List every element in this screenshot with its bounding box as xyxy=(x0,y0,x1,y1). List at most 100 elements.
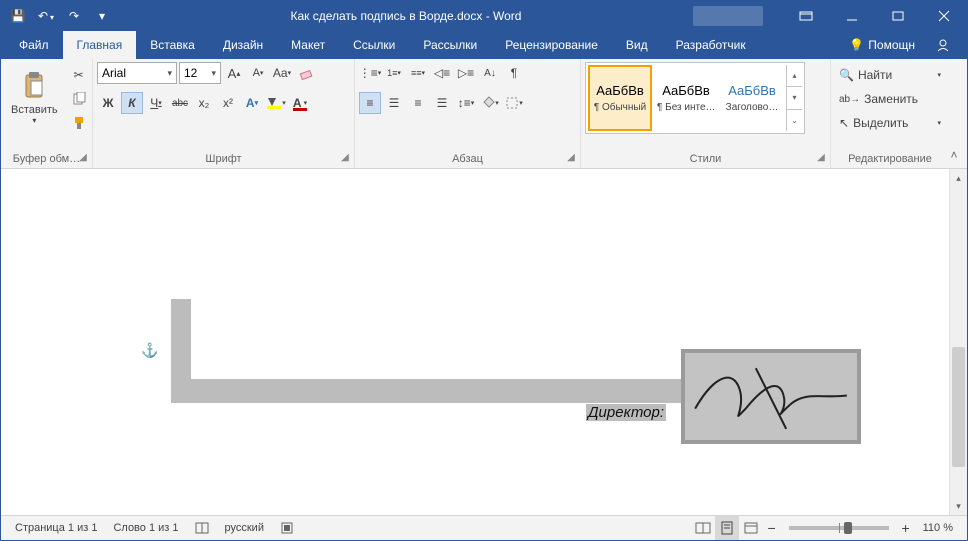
show-marks-button[interactable]: ¶ xyxy=(503,62,525,84)
style-heading1[interactable]: АаБбВв Заголово… xyxy=(720,65,784,131)
tab-insert[interactable]: Вставка xyxy=(136,31,209,59)
underline-label: Ч xyxy=(150,96,158,110)
signature-image[interactable] xyxy=(681,349,861,444)
zoom-tick xyxy=(839,523,840,533)
scroll-thumb[interactable] xyxy=(952,347,965,467)
tab-design[interactable]: Дизайн xyxy=(209,31,277,59)
close-button[interactable] xyxy=(921,1,967,31)
window-title: Как сделать подпись в Ворде.docx - Word xyxy=(119,9,693,23)
style-normal[interactable]: АаБбВв ¶ Обычный xyxy=(588,65,652,131)
clear-formatting-button[interactable] xyxy=(295,62,317,84)
select-button[interactable]: ↖ Выделить▾ xyxy=(835,112,945,134)
style-sample: АаБбВв xyxy=(662,83,710,98)
zoom-out-button[interactable]: − xyxy=(763,520,781,536)
decrease-indent-button[interactable]: ◁≡ xyxy=(431,62,453,84)
zoom-knob[interactable] xyxy=(844,522,852,534)
justify-button[interactable]: ☰ xyxy=(431,92,453,114)
change-case-button[interactable]: Aa▾ xyxy=(271,62,293,84)
redo-button[interactable]: ↷ xyxy=(61,3,87,29)
macro-button[interactable] xyxy=(272,516,302,540)
gallery-down-button[interactable]: ▾ xyxy=(787,87,802,109)
zoom-slider[interactable] xyxy=(789,526,889,530)
tab-developer[interactable]: Разработчик xyxy=(662,31,760,59)
title-bar: 💾 ↶ ↷ ▾ Как сделать подпись в Ворде.docx… xyxy=(1,1,967,31)
language-button[interactable]: русский xyxy=(217,516,272,540)
find-button[interactable]: 🔍 Найти▾ xyxy=(835,64,945,86)
multilevel-button[interactable]: ≡≡▾ xyxy=(407,62,429,84)
tab-layout[interactable]: Макет xyxy=(277,31,339,59)
strikethrough-button[interactable]: abc xyxy=(169,92,191,114)
font-color-button[interactable]: A ▾ xyxy=(289,92,311,114)
scroll-down-button[interactable]: ▾ xyxy=(950,497,967,515)
web-layout-button[interactable] xyxy=(739,516,763,540)
workspace: ⚓ Директор: ▴ ▾ xyxy=(1,169,967,515)
gallery-more-button[interactable]: ⌄ xyxy=(787,110,802,131)
ribbon-tabs: Файл Главная Вставка Дизайн Макет Ссылки… xyxy=(1,31,967,59)
undo-button[interactable]: ↶ xyxy=(33,3,59,29)
document-area[interactable]: ⚓ Директор: xyxy=(1,169,949,515)
zoom-in-button[interactable]: + xyxy=(897,520,915,536)
sort-button[interactable]: A↓ xyxy=(479,62,501,84)
highlight-button[interactable]: ▾ xyxy=(265,92,287,114)
format-painter-button[interactable] xyxy=(68,112,90,134)
cut-button[interactable]: ✂ xyxy=(68,64,90,86)
tab-file[interactable]: Файл xyxy=(5,31,63,59)
tab-review[interactable]: Рецензирование xyxy=(491,31,612,59)
numbering-button[interactable]: 1≡▾ xyxy=(383,62,405,84)
word-count[interactable]: Слово 1 из 1 xyxy=(105,516,186,540)
print-layout-button[interactable] xyxy=(715,516,739,540)
grow-font-button[interactable]: A▴ xyxy=(223,62,245,84)
page-indicator[interactable]: Страница 1 из 1 xyxy=(7,516,105,540)
gallery-scroll: ▴ ▾ ⌄ xyxy=(786,65,802,131)
increase-indent-button[interactable]: ▷≡ xyxy=(455,62,477,84)
zoom-level[interactable]: 110 % xyxy=(915,516,961,540)
font-size-combo[interactable]: 12▾ xyxy=(179,62,221,84)
group-styles-label: Стили xyxy=(581,148,830,168)
account-indicator[interactable] xyxy=(693,6,763,26)
font-dialog-launcher[interactable]: ◢ xyxy=(338,152,352,166)
ribbon-display-button[interactable] xyxy=(783,1,829,31)
text-effects-button[interactable]: A▾ xyxy=(241,92,263,114)
replace-button[interactable]: ab→ Заменить xyxy=(835,88,945,110)
italic-button[interactable]: К xyxy=(121,92,143,114)
paragraph-dialog-launcher[interactable]: ◢ xyxy=(564,152,578,166)
read-mode-button[interactable] xyxy=(691,516,715,540)
styles-dialog-launcher[interactable]: ◢ xyxy=(814,152,828,166)
qat-customize-button[interactable]: ▾ xyxy=(89,3,115,29)
underline-button[interactable]: Ч▾ xyxy=(145,92,167,114)
tab-mailings[interactable]: Рассылки xyxy=(409,31,491,59)
tab-home[interactable]: Главная xyxy=(63,31,137,59)
subscript-button[interactable]: x₂ xyxy=(193,92,215,114)
shrink-font-button[interactable]: A▾ xyxy=(247,62,269,84)
superscript-button[interactable]: x² xyxy=(217,92,239,114)
spell-check-button[interactable] xyxy=(187,516,217,540)
align-left-button[interactable]: ≡ xyxy=(359,92,381,114)
bullets-button[interactable]: ⋮≡▾ xyxy=(359,62,381,84)
line-spacing-button[interactable]: ↕≡▾ xyxy=(455,92,477,114)
director-label: Директор: xyxy=(586,404,666,421)
style-no-spacing[interactable]: АаБбВв ¶ Без инте… xyxy=(654,65,718,131)
multilevel-icon: ≡≡ xyxy=(411,68,422,78)
scroll-up-button[interactable]: ▴ xyxy=(950,169,967,187)
minimize-button[interactable] xyxy=(829,1,875,31)
tab-view[interactable]: Вид xyxy=(612,31,662,59)
save-button[interactable]: 💾 xyxy=(5,3,31,29)
clipboard-dialog-launcher[interactable]: ◢ xyxy=(76,152,90,166)
borders-button[interactable]: ▾ xyxy=(503,92,525,114)
tell-me-button[interactable]: 💡 Помощн xyxy=(841,38,923,52)
collapse-ribbon-button[interactable]: ˄ xyxy=(945,148,963,166)
group-font-label: Шрифт xyxy=(93,148,354,168)
maximize-button[interactable] xyxy=(875,1,921,31)
share-button[interactable] xyxy=(927,37,959,53)
gallery-up-button[interactable]: ▴ xyxy=(787,65,802,87)
shading-button[interactable]: ▾ xyxy=(479,92,501,114)
tab-references[interactable]: Ссылки xyxy=(339,31,409,59)
align-right-button[interactable]: ≡ xyxy=(407,92,429,114)
align-center-button[interactable]: ☰ xyxy=(383,92,405,114)
styles-gallery[interactable]: АаБбВв ¶ Обычный АаБбВв ¶ Без инте… АаБб… xyxy=(585,62,805,134)
paste-button[interactable]: Вставить ▾ xyxy=(5,62,64,132)
font-family-combo[interactable]: Arial▾ xyxy=(97,62,177,84)
copy-button[interactable] xyxy=(68,88,90,110)
bold-button[interactable]: Ж xyxy=(97,92,119,114)
vertical-scrollbar[interactable]: ▴ ▾ xyxy=(949,169,967,515)
